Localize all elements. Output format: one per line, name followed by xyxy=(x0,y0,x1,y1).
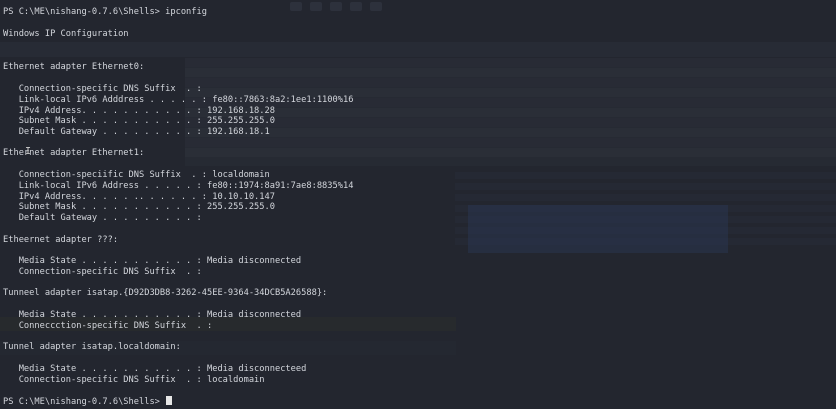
toolbar-icon xyxy=(350,2,362,11)
background-hex-row xyxy=(455,183,836,190)
background-row xyxy=(185,148,836,157)
output-line: IPv4 Address. . . . . .. . . . . . : 10.… xyxy=(3,192,275,202)
output-line: IPv4 Address. . . . . . . . . . . : 192.… xyxy=(3,106,275,116)
background-row xyxy=(185,118,836,127)
output-line: Conneccction-specific DNS Suffix . : xyxy=(3,321,213,331)
adapter-header: Tunnel adapter isatap.localdomain: xyxy=(3,342,181,352)
prompt-text: PS C:\ME\nishang-0.7.6\Shells> xyxy=(3,397,166,407)
output-line: Default Gateway . . . . . . . . . : 192.… xyxy=(3,127,270,137)
prompt-line[interactable]: PS C:\ME\nishang-0.7.6\Shells> xyxy=(3,396,173,407)
output-line: Connection-speciific DNS Suffix . : loca… xyxy=(3,170,270,180)
toolbar-icon xyxy=(310,2,322,11)
adapter-header: Tunneel adapter isatap.{D92D3DB8-3262-45… xyxy=(3,288,328,298)
background-row xyxy=(185,58,836,67)
output-line: Subnet Mask . . . . . . . . . . . : 255.… xyxy=(3,116,275,126)
adapter-header: Ethernet adapter Ethernet0: xyxy=(3,62,145,72)
output-line: Link-local IPv6 Address . . . . . : fe80… xyxy=(3,181,354,191)
toolbar-icon xyxy=(370,2,382,11)
background-packet-list xyxy=(185,58,836,166)
background-toolbar xyxy=(286,0,426,14)
output-line: Connection-specific DNS Suffix . : xyxy=(3,84,202,94)
output-line: Media State . . . . . . . . . . . : Medi… xyxy=(3,364,307,374)
output-line: Connection-specific DNS Suffix . : xyxy=(3,267,202,277)
toolbar-icon xyxy=(290,2,302,11)
ibeam-cursor-icon: I xyxy=(25,146,32,157)
output-line: Subnet Mask . . . . . . . . . . . : 255.… xyxy=(3,202,275,212)
output-line: Default Gateway . . . . . . . . . : xyxy=(3,213,202,223)
output-line: Link-local IPv6 Adddress . . . . . : fe8… xyxy=(3,95,354,105)
toolbar-icon xyxy=(330,2,342,11)
background-row xyxy=(185,108,836,117)
output-line: Media State . . . . . . . . . . . : Medi… xyxy=(3,310,302,320)
background-row xyxy=(185,128,836,137)
prompt-command-line: PS C:\ME\nishang-0.7.6\Shells> ipconfig xyxy=(3,7,207,17)
background-row xyxy=(185,78,836,87)
background-hex-row xyxy=(455,172,836,179)
output-line: Media State . . . . . . . . . . . : Medi… xyxy=(3,256,302,266)
background-hex-row xyxy=(455,194,836,201)
background-selection xyxy=(468,205,728,253)
output-title: Windows IP Configuration xyxy=(3,29,129,39)
text-cursor xyxy=(166,396,173,405)
output-line: Connection-specific DNS Suffix . : local… xyxy=(3,375,265,385)
background-column-header xyxy=(0,42,836,57)
background-row xyxy=(185,68,836,77)
terminal-window[interactable]: PS C:\ME\nishang-0.7.6\Shells> ipconfig … xyxy=(0,0,836,409)
background-row xyxy=(185,138,836,147)
adapter-header: Etheernet adapter ???: xyxy=(3,235,119,245)
